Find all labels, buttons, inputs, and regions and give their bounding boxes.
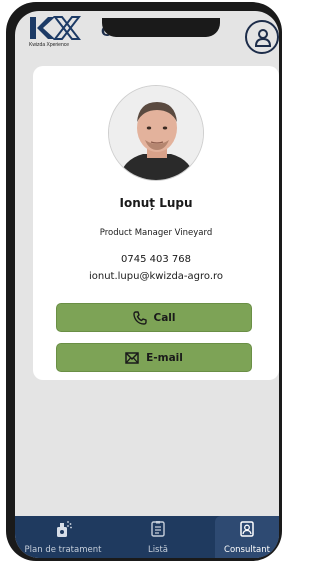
consultant-role: Product Manager Vineyard [99, 228, 213, 238]
sprayer-icon [53, 520, 73, 541]
email-button[interactable]: E-mail [56, 343, 252, 372]
user-icon [254, 29, 272, 47]
phone-frame: Kwizda Xperience Consultant [6, 2, 282, 561]
consultant-email[interactable]: ionut.lupu@kwizda-agro.ro [33, 271, 279, 282]
consultant-phone[interactable]: 0745 403 768 [33, 254, 279, 265]
kx-logo: Kwizda Xperience [29, 16, 91, 54]
nav-label-lista: Listă [147, 545, 169, 555]
call-button[interactable]: Call [56, 303, 252, 332]
list-icon [150, 520, 166, 541]
email-button-label: E-mail [146, 351, 183, 364]
phone-icon [132, 310, 147, 325]
consultant-photo [109, 86, 203, 180]
consultant-name: Ionuț Lupu [119, 196, 193, 210]
contact-card-icon [239, 520, 255, 541]
logo-subtitle: Kwizda Xperience [29, 42, 70, 48]
bottom-navigation: Plan de tratament Listă Consultant [15, 516, 279, 558]
consultant-card: Ionuț Lupu Product Manager Vineyard 0745… [33, 66, 279, 380]
nav-item-consultant[interactable]: Consultant [215, 516, 279, 558]
app-screen: Kwizda Xperience Consultant [15, 11, 279, 558]
envelope-icon [125, 351, 139, 364]
kx-logo-mark [30, 16, 81, 40]
nav-item-lista[interactable]: Listă [125, 516, 191, 558]
nav-item-plan-de-tratament[interactable]: Plan de tratament [15, 516, 111, 558]
profile-button[interactable] [245, 20, 279, 54]
nav-label-consultant: Consultant [224, 545, 270, 555]
nav-label-plan: Plan de tratament [24, 545, 102, 555]
device-notch [102, 18, 220, 37]
call-button-label: Call [153, 311, 176, 324]
consultant-avatar [108, 85, 204, 181]
